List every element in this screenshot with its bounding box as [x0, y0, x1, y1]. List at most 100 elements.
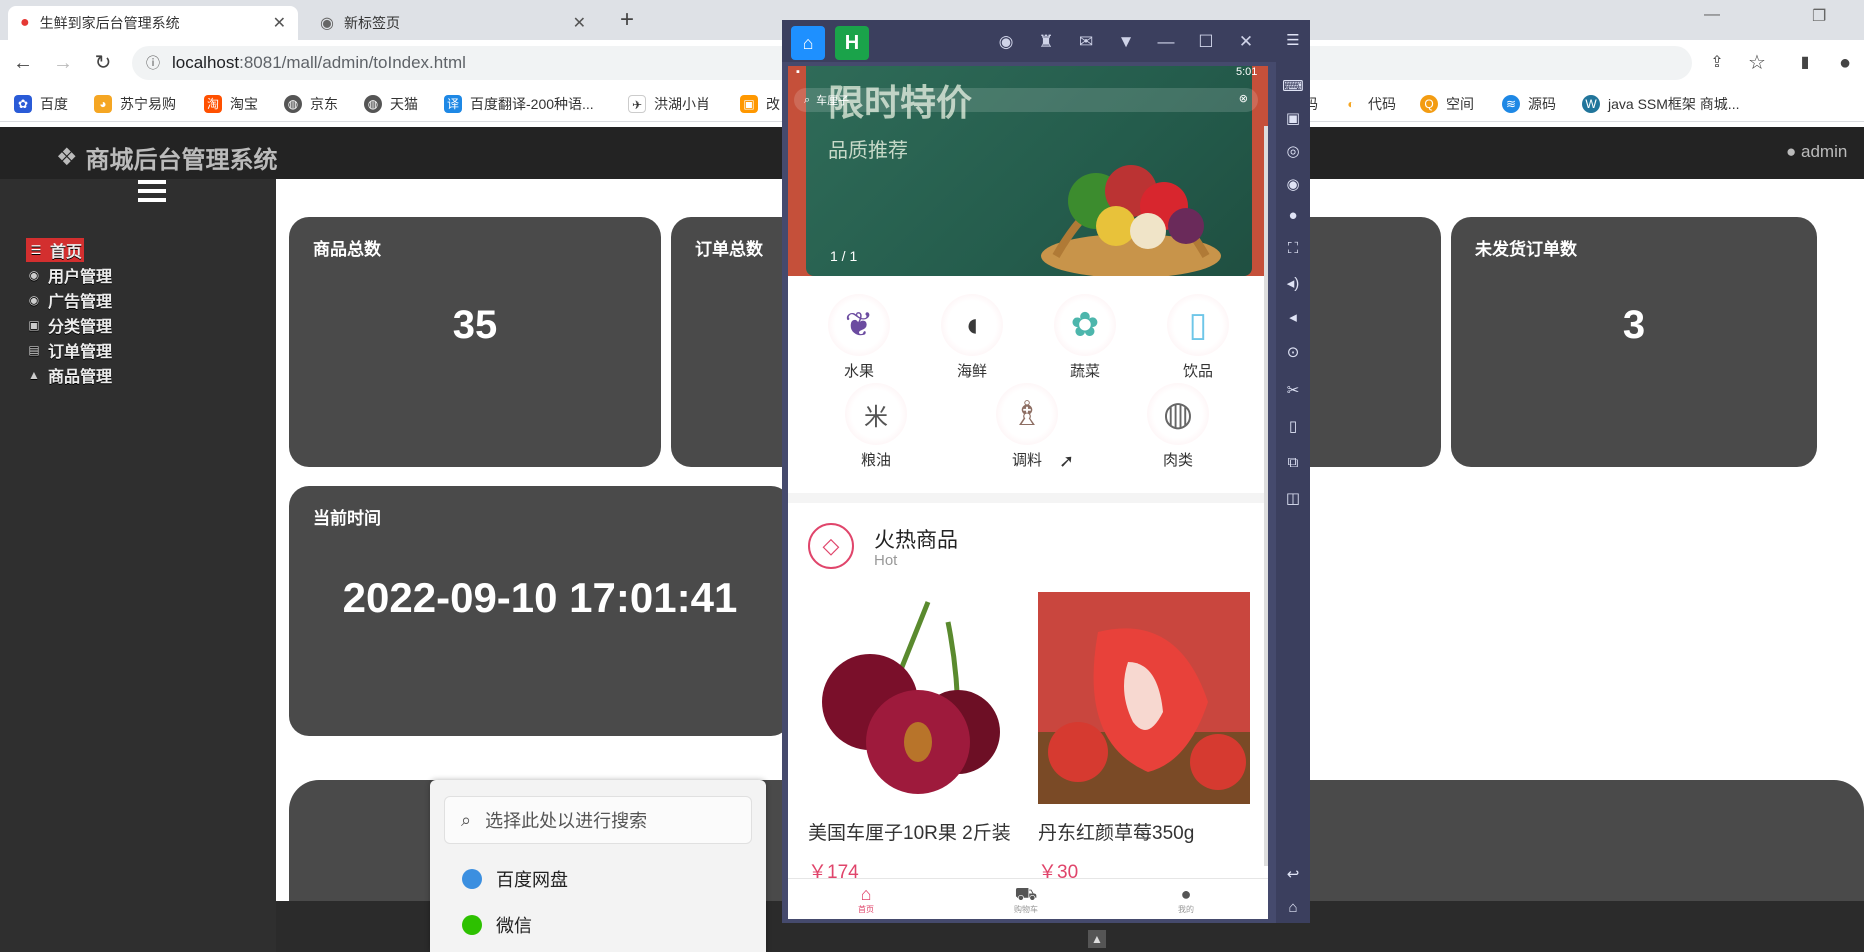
wordpress-icon: W	[1582, 95, 1600, 113]
shake-icon[interactable]: ▯	[1282, 416, 1304, 438]
android-home-icon[interactable]: ⌂	[1282, 897, 1304, 919]
tab-home[interactable]: ⌂ 首页	[836, 884, 896, 915]
share-icon[interactable]: ⇪	[1704, 50, 1730, 76]
grape-icon: ❦	[828, 294, 890, 356]
card-order-total: 订单总数	[671, 217, 791, 467]
sidebar-item-categories[interactable]: ▣ 分类管理	[26, 313, 112, 337]
app-brand[interactable]: ❖ 商城后台管理系统	[56, 140, 278, 175]
sidepanel-icon[interactable]: ▮	[1792, 50, 1818, 76]
bookmark-java[interactable]: Wjava SSM框架 商城...	[1582, 94, 1739, 114]
bookmark-source[interactable]: ≋ 源码	[1502, 94, 1556, 114]
screen-icon[interactable]: ▣	[1282, 108, 1304, 130]
bookmark-baidu[interactable]: ✿ 百度	[14, 94, 68, 114]
file-icon: ▤	[28, 342, 40, 357]
bag-icon: ▲	[28, 367, 40, 382]
category-seasoning[interactable]: ♗ 调料	[987, 383, 1067, 470]
category-meat[interactable]: ◍ 肉类	[1138, 383, 1218, 470]
sidebar-item-products[interactable]: ▲ 商品管理	[26, 363, 112, 387]
card-goods-total: 商品总数 35	[289, 217, 661, 467]
fullscreen-icon[interactable]: ⛶	[1282, 238, 1304, 260]
volume-up-icon[interactable]: ◂)	[1282, 273, 1304, 295]
tab-admin[interactable]: ● 生鲜到家后台管理系统 ✕	[8, 6, 298, 40]
tab-mine[interactable]: ● 我的	[1156, 884, 1216, 915]
maximize-icon[interactable]: ☐	[1194, 30, 1218, 54]
app-baidupan[interactable]: 百度网盘	[462, 866, 568, 892]
new-tab-icon[interactable]: +	[620, 6, 634, 34]
scroll-top-icon[interactable]: ▲	[1088, 930, 1106, 948]
restore-icon[interactable]: ❐	[1812, 6, 1826, 26]
sidebar-item-orders[interactable]: ▤ 订单管理	[26, 338, 112, 362]
user-circle-icon: ◉	[28, 267, 40, 282]
bookmark-suning[interactable]: ◕ 苏宁易购	[94, 94, 176, 114]
shirt-icon[interactable]: ♜	[1034, 30, 1058, 54]
bookmark-label: 京东	[310, 96, 338, 112]
bottle-icon: ♗	[996, 383, 1058, 445]
hbuilder-icon[interactable]: H	[835, 26, 869, 60]
location-icon[interactable]: ⊙	[1282, 342, 1304, 364]
keyboard-icon[interactable]: ⌨	[1282, 76, 1304, 98]
category-vegetable[interactable]: ✿ 蔬菜	[1045, 294, 1125, 381]
clear-icon[interactable]: ⊗	[1239, 92, 1248, 105]
close-icon[interactable]: ✕	[573, 13, 586, 33]
scrollbar[interactable]	[1264, 126, 1268, 866]
back-icon[interactable]: ↩	[1282, 864, 1304, 886]
mail-icon[interactable]: ✉	[1074, 30, 1098, 54]
category-label: 蔬菜	[1069, 363, 1100, 380]
sidebar-item-ads[interactable]: ◉ 广告管理	[26, 288, 112, 312]
search-bar[interactable]: ⌕ 车厘子 ⊗	[794, 88, 1258, 112]
reload-icon[interactable]: ↻	[90, 50, 116, 76]
product-name: 美国车厘子10R果 2斤装	[808, 823, 1011, 844]
bookmark-fanyi[interactable]: 译百度翻译-200种语...	[444, 94, 594, 114]
account-icon[interactable]: ◉	[994, 30, 1018, 54]
user-menu[interactable]: ● admin	[1786, 142, 1847, 162]
multi-window-icon[interactable]: ⧉	[1282, 452, 1304, 474]
category-grain-oil[interactable]: 米粮油	[836, 383, 916, 470]
bookmark-taobao[interactable]: 淘淘宝	[204, 94, 258, 114]
bookmark-space[interactable]: Q 空间	[1420, 94, 1474, 114]
app-wechat[interactable]: 微信	[462, 912, 532, 938]
search-text: 车厘子	[816, 95, 850, 107]
operation-icon[interactable]: ●	[1282, 205, 1304, 227]
menu-icon[interactable]: ☰	[1282, 30, 1304, 52]
search-input[interactable]: ⌕ 选择此处以进行搜索	[444, 796, 752, 844]
close-icon[interactable]: ✕	[273, 13, 286, 33]
dropdown-icon[interactable]: ▼	[1114, 30, 1138, 54]
tab-cart[interactable]: ⛟ 购物车	[996, 884, 1056, 915]
url-host: localhost	[172, 53, 240, 72]
sidebar-item-home[interactable]: ☰ 首页	[26, 238, 85, 262]
product-name: 丹东红颜草莓350g	[1038, 823, 1195, 844]
product-card[interactable]: 丹东红颜草莓350g ￥30	[1038, 592, 1250, 884]
back-icon[interactable]: ←	[10, 50, 36, 76]
notification-icon: ▪	[796, 66, 800, 78]
paw-icon: ✿	[14, 95, 32, 113]
volume-down-icon[interactable]: ◂	[1282, 307, 1304, 329]
cart-icon: ⛟	[1014, 884, 1038, 904]
category-seafood[interactable]: ◖ 海鲜	[932, 294, 1012, 381]
close-icon[interactable]: ✕	[1234, 30, 1258, 54]
bookmark-jd[interactable]: ◍ 京东	[284, 94, 338, 114]
product-card[interactable]: 美国车厘子10R果 2斤装 ￥174	[808, 592, 1020, 884]
tab-newtab[interactable]: ◉ 新标签页 ✕	[308, 6, 598, 40]
url-text: localhost:8081/mall/admin/toIndex.html	[172, 53, 466, 73]
forward-icon[interactable]: →	[50, 50, 76, 76]
star-icon[interactable]: ☆	[1744, 50, 1770, 76]
bookmark-tmall[interactable]: ◍ 天猫	[364, 94, 418, 114]
profile-icon[interactable]: ●	[1832, 50, 1858, 76]
category-drinks[interactable]: ▯ 饮品	[1158, 294, 1238, 381]
apk-icon[interactable]: ◫	[1282, 488, 1304, 510]
home-app-icon[interactable]: ⌂	[791, 26, 825, 60]
category-fruit[interactable]: ❦ 水果	[819, 294, 899, 381]
bookmark-code[interactable]: ◐ 代码	[1342, 94, 1396, 114]
category-label: 水果	[843, 363, 874, 380]
minimize-icon[interactable]: —	[1704, 6, 1720, 24]
sidebar-item-users[interactable]: ◉ 用户管理	[26, 263, 112, 287]
bookmark-label: 源码	[1528, 96, 1556, 112]
scissors-icon[interactable]: ✂	[1282, 380, 1304, 402]
globe-icon: ◍	[364, 95, 382, 113]
gamepad-icon[interactable]: ◎	[1282, 141, 1304, 163]
hamburger-icon[interactable]	[138, 180, 166, 204]
minimize-icon[interactable]: —	[1154, 30, 1178, 54]
eye-icon[interactable]: ◉	[1282, 174, 1304, 196]
bookmark-gai[interactable]: ▣ 改	[740, 94, 780, 114]
bookmark-honghu[interactable]: ✈ 洪湖小肖	[628, 94, 710, 114]
